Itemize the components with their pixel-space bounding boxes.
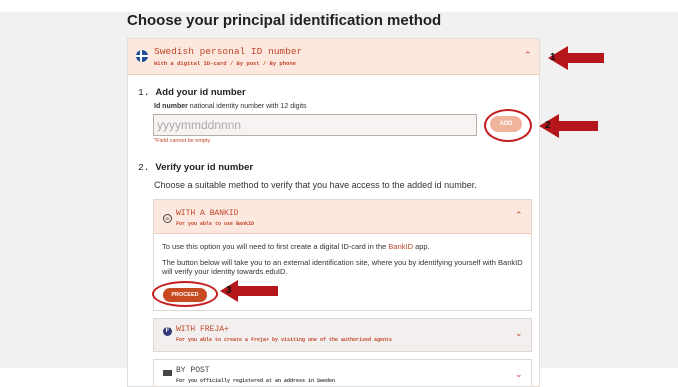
freja-subtitle: For you able to create a Freja+ by visit…	[176, 337, 393, 343]
annotation-circle-add	[484, 109, 532, 142]
annotation-label-1: 1	[550, 52, 556, 63]
field-error: *Field cannot be empty	[154, 138, 211, 144]
post-subtitle: For you officially registered at an addr…	[176, 378, 336, 384]
id-number-label: Id number national identity number with …	[154, 103, 307, 110]
id-number-input[interactable]	[153, 114, 477, 136]
chevron-down-icon[interactable]: ⌄	[515, 329, 523, 339]
post-panel[interactable]: BY POST For you officially registered at…	[153, 359, 532, 386]
annotation-circle-proceed	[152, 281, 218, 307]
freja-icon: F	[163, 327, 172, 336]
chevron-up-icon[interactable]: ⌃	[524, 51, 532, 61]
bankid-title: WITH A BANKID	[176, 209, 239, 218]
post-title: BY POST	[176, 366, 210, 375]
mail-icon	[163, 370, 172, 376]
annotation-label-3: 3	[226, 285, 232, 296]
bankid-subtitle: For you able to use BankID	[176, 221, 255, 227]
bankid-header[interactable]: iD WITH A BANKID For you able to use Ban…	[154, 200, 531, 234]
annotation-label-2: 2	[545, 120, 551, 131]
chevron-down-icon[interactable]: ⌄	[515, 370, 523, 380]
freja-title: WITH FREJA+	[176, 325, 229, 334]
bankid-link[interactable]: BankID	[388, 242, 413, 251]
accordion-title: Swedish personal ID number	[154, 46, 303, 57]
chevron-up-icon[interactable]: ⌃	[515, 211, 523, 221]
verify-description: Choose a suitable method to verify that …	[154, 180, 477, 190]
bankid-instructions: To use this option you will need to firs…	[162, 242, 430, 251]
accordion-subtitle: With a digital ID-card / By post / By ph…	[154, 60, 296, 67]
bankid-external-info: The button below will take you to an ext…	[162, 258, 523, 276]
step2-heading: 2. Verify your id number	[138, 162, 254, 173]
bankid-icon: iD	[163, 214, 172, 223]
step1-heading: 1. Add your id number	[138, 87, 246, 98]
identification-card: Swedish personal ID number With a digita…	[127, 38, 540, 387]
swedish-id-accordion-header[interactable]: Swedish personal ID number With a digita…	[128, 39, 539, 75]
freja-panel[interactable]: F WITH FREJA+ For you able to create a F…	[153, 318, 532, 352]
page-title: Choose your principal identification met…	[127, 12, 442, 29]
swedish-flag-icon	[136, 50, 148, 62]
